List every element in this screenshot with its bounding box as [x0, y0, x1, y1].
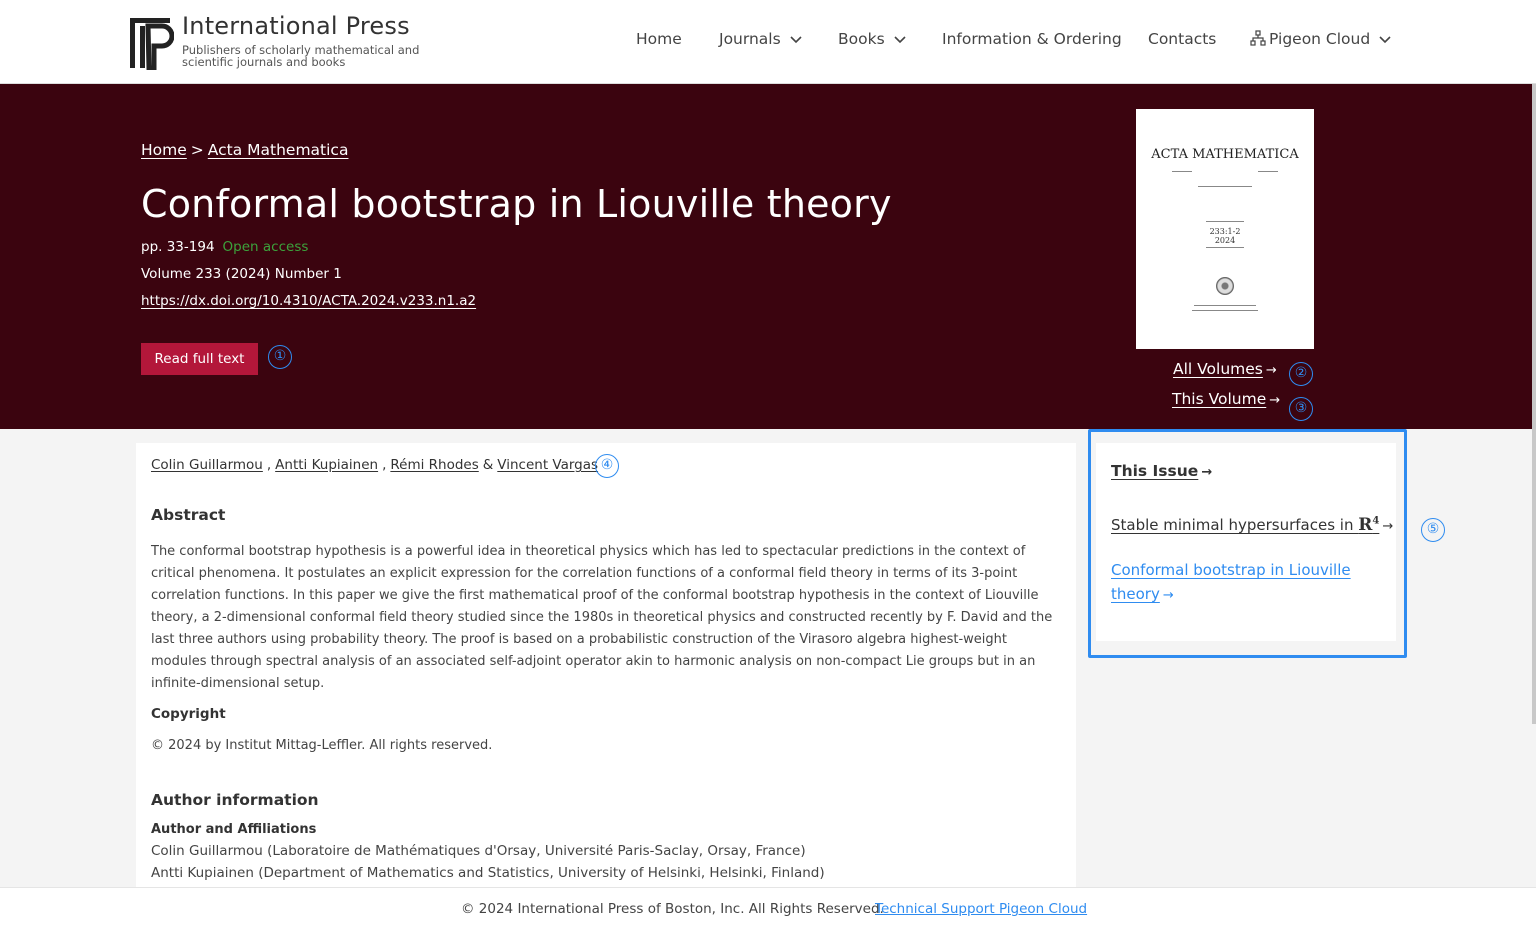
author-link[interactable]: Rémi Rhodes	[390, 457, 478, 473]
affiliation-item: Colin Guillarmou (Laboratoire de Mathéma…	[151, 843, 806, 859]
breadcrumb-journal[interactable]: Acta Mathematica	[208, 141, 349, 159]
author-link[interactable]: Antti Kupiainen	[275, 457, 378, 473]
cover-rule	[1206, 247, 1244, 248]
cover-rule	[1198, 186, 1252, 187]
nav-books[interactable]: Books	[838, 30, 906, 48]
nav-journals[interactable]: Journals	[719, 30, 802, 48]
author-link[interactable]: Colin Guillarmou	[151, 457, 263, 473]
sitemap-icon	[1250, 30, 1266, 46]
breadcrumb-separator: >	[190, 141, 204, 159]
annotation-marker-2: ②	[1289, 362, 1313, 386]
cover-volume-mark: 233:1-2 2024	[1209, 227, 1241, 245]
annotation-marker-5: ⑤	[1421, 518, 1445, 542]
site-footer: © 2024 International Press of Boston, In…	[0, 887, 1536, 930]
seal-icon	[1216, 277, 1234, 295]
arrow-right-icon: →	[1201, 465, 1213, 480]
abstract-text: The conformal bootstrap hypothesis is a …	[151, 544, 1053, 691]
author-list: Colin Guillarmou, Antti Kupiainen, Rémi Rh…	[151, 457, 598, 473]
annotation-marker-4: ④	[595, 454, 619, 478]
chevron-down-icon	[1379, 35, 1391, 43]
nav-pigeon-cloud[interactable]: Pigeon Cloud	[1250, 30, 1391, 48]
cover-rule	[1172, 171, 1192, 172]
annotation-marker-3: ③	[1289, 397, 1313, 421]
arrow-right-icon: →	[1265, 363, 1277, 378]
chevron-down-icon	[790, 35, 802, 43]
this-issue-link[interactable]: This Issue →	[1111, 462, 1212, 480]
affiliation-item: Antti Kupiainen (Department of Mathemati…	[151, 865, 825, 881]
this-volume-link[interactable]: This Volume →	[1172, 390, 1280, 408]
abstract-heading: Abstract	[151, 506, 226, 524]
breadcrumb-home[interactable]: Home	[141, 141, 187, 159]
article-content: Colin Guillarmou, Antti Kupiainen, Rémi Rh…	[136, 443, 1076, 893]
this-issue-panel: This Issue → Stable minimal hypersurfaces…	[1096, 443, 1396, 641]
cover-rule	[1258, 171, 1278, 172]
cover-title: ACTA MATHEMATICA	[1151, 147, 1299, 162]
breadcrumb: Home > Acta Mathematica	[141, 141, 348, 159]
author-separator: ,	[382, 457, 387, 473]
cover-rule	[1194, 305, 1256, 306]
cover-rule	[1192, 310, 1258, 311]
page-scrollbar[interactable]	[1532, 84, 1536, 724]
article-hero: Home > Acta Mathematica Conformal bootstra…	[0, 84, 1532, 429]
cover-rule	[1206, 221, 1244, 222]
chevron-down-icon	[894, 35, 906, 43]
nav-contacts[interactable]: Contacts	[1148, 30, 1216, 48]
author-information-heading: Author information	[151, 791, 319, 809]
open-access-badge: Open access	[222, 239, 309, 255]
technical-support-link[interactable]: Technical Support Pigeon Cloud	[875, 901, 1087, 917]
brand-tagline: Publishers of scholarly mathematical and…	[182, 43, 420, 69]
affiliations-heading: Author and Affiliations	[151, 822, 317, 837]
math-symbol: R4	[1358, 515, 1380, 535]
site-header: International Press Publishers of schola…	[0, 0, 1536, 84]
arrow-right-icon: →	[1269, 393, 1281, 408]
nav-home[interactable]: Home	[636, 30, 682, 48]
all-volumes-link[interactable]: All Volumes →	[1173, 360, 1277, 378]
journal-cover-image[interactable]: ACTA MATHEMATICA 233:1-2 2024	[1136, 109, 1314, 349]
doi-link[interactable]: https://dx.doi.org/10.4310/ACTA.2024.v23…	[141, 293, 476, 309]
annotation-marker-1: ①	[268, 345, 292, 369]
article-pages: pp. 33-194 Open access	[141, 239, 308, 255]
page-title: Conformal bootstrap in Liouville theory	[141, 182, 892, 226]
international-press-logo[interactable]	[128, 16, 174, 70]
copyright-heading: Copyright	[151, 706, 226, 722]
brand-name[interactable]: International Press	[182, 12, 410, 40]
article-volume: Volume 233 (2024) Number 1	[141, 266, 342, 282]
arrow-right-icon: →	[1382, 519, 1394, 534]
issue-article-link[interactable]: Stable minimal hypersurfaces in R4 →	[1111, 515, 1393, 535]
author-separator: ,	[266, 457, 272, 473]
arrow-right-icon: →	[1162, 588, 1174, 603]
nav-information-ordering[interactable]: Information & Ordering	[942, 30, 1122, 48]
pages-range: pp. 33-194	[141, 239, 215, 255]
author-link[interactable]: Vincent Vargas	[497, 457, 598, 473]
read-full-text-button[interactable]: Read full text	[141, 343, 258, 375]
copyright-text: © 2024 by Institut Mittag-Leffler. All r…	[151, 738, 493, 753]
author-separator: &	[482, 457, 494, 473]
issue-article-link-current[interactable]: Conformal bootstrap in Liouville theory →	[1111, 558, 1371, 608]
footer-copyright: © 2024 International Press of Boston, In…	[461, 901, 884, 917]
